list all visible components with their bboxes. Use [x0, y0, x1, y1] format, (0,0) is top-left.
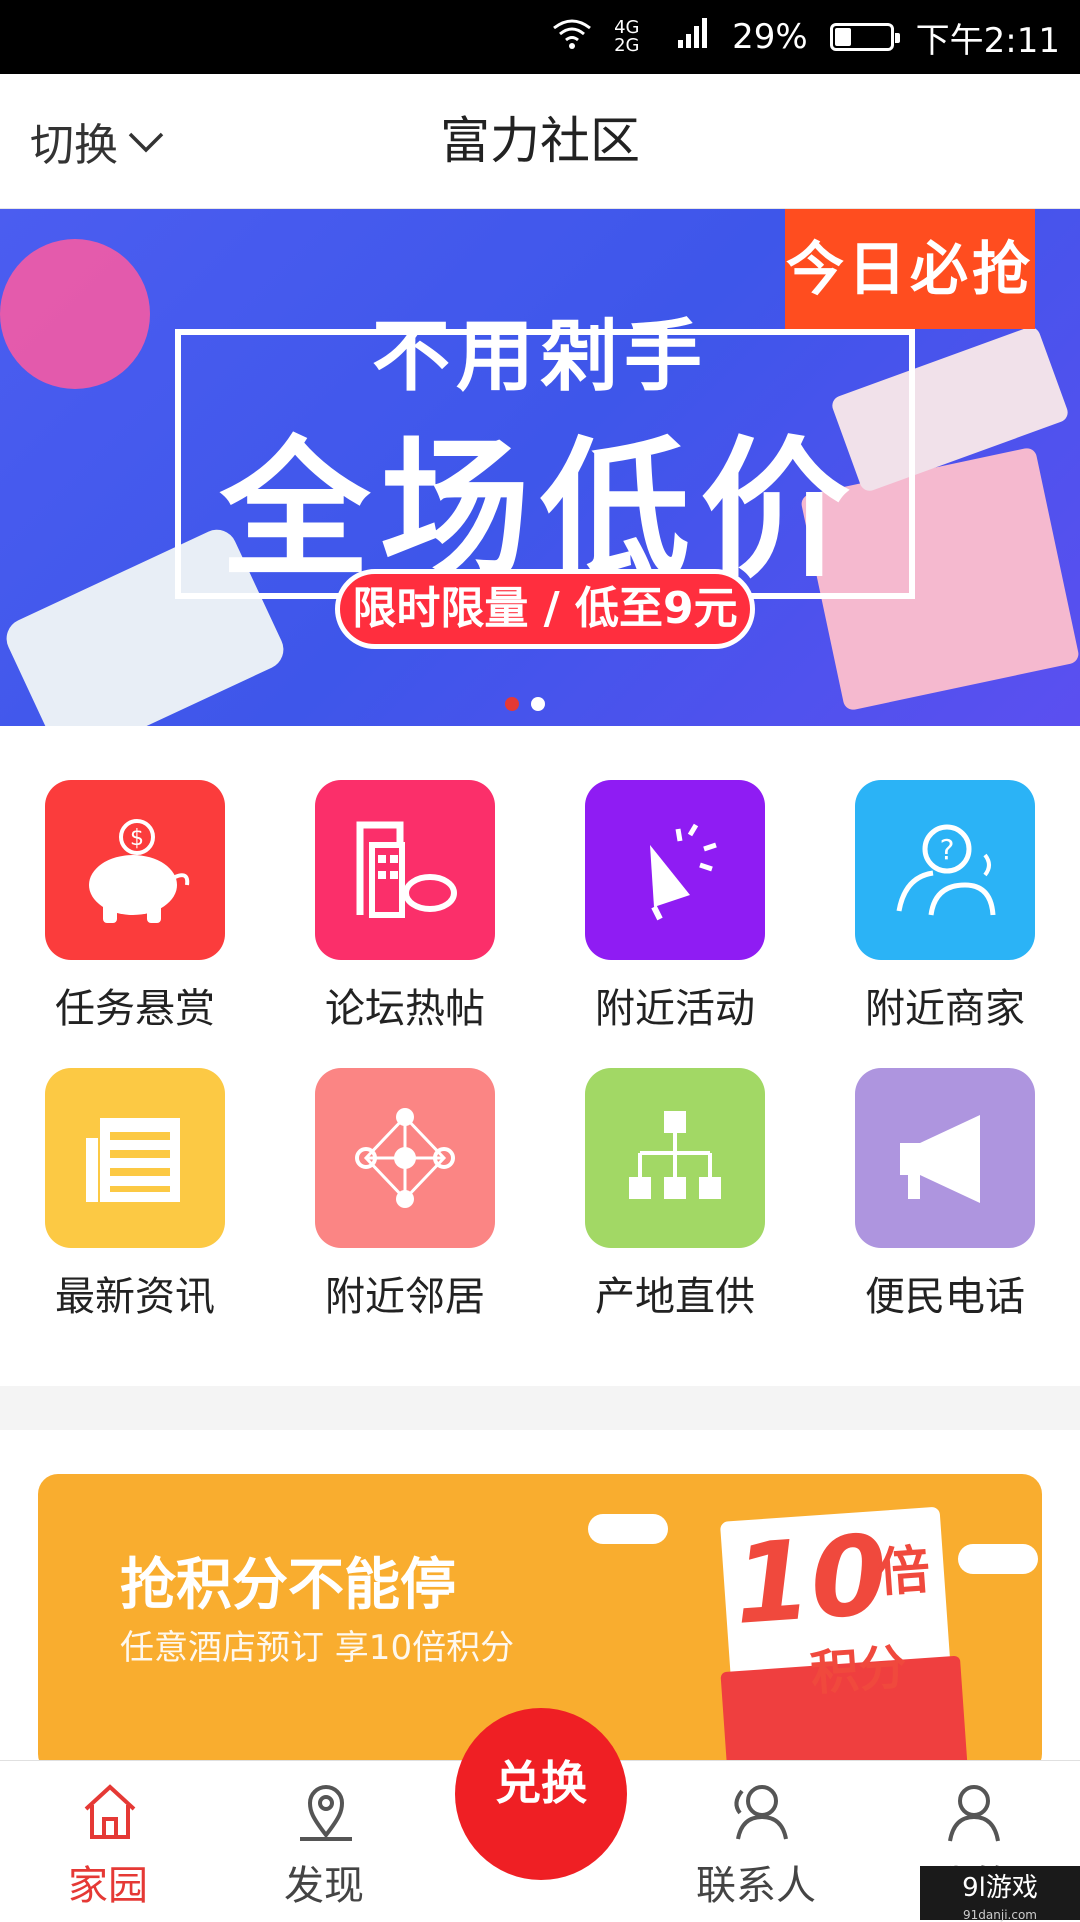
clock: 下午2:11 — [915, 20, 1060, 61]
grid-tile — [855, 1068, 1035, 1248]
megaphone-party-icon — [650, 823, 717, 921]
svg-text:$: $ — [130, 826, 144, 851]
badge-number: 10 — [729, 1510, 892, 1649]
cloud-decoration — [588, 1514, 668, 1544]
home-icon — [84, 1784, 136, 1839]
nav-item-discover[interactable]: 发现 — [234, 1761, 414, 1921]
location-pin-icon — [300, 1785, 352, 1841]
grid-label: 附近邻居 — [325, 1274, 485, 1320]
piggy-bank-icon: $ — [89, 819, 190, 923]
svg-text:?: ? — [940, 833, 955, 866]
network-type: 4G 2G — [614, 17, 640, 56]
carousel-dot[interactable] — [505, 697, 519, 711]
section-divider — [0, 1386, 1080, 1430]
carousel-indicator — [505, 697, 545, 711]
building-chat-icon — [356, 821, 457, 918]
grid-item-origin-supply[interactable]: 产地直供 — [540, 1014, 810, 1320]
grid-item-task-reward[interactable]: $ 任务悬赏 — [0, 726, 270, 1032]
promo-heading: 抢积分不能停 — [120, 1553, 456, 1618]
loudspeaker-icon — [900, 1115, 980, 1203]
battery-icon — [829, 23, 900, 51]
battery-fill — [834, 28, 851, 46]
badge-unit: 倍 — [875, 1540, 932, 1604]
grid-tile — [45, 1068, 225, 1248]
wifi-icon — [552, 16, 592, 59]
grid-tile — [315, 1068, 495, 1248]
app-header: 切换 富力社区 — [0, 74, 1080, 209]
battery-percent: 29% — [732, 17, 808, 57]
cloud-decoration — [958, 1544, 1038, 1574]
grid-item-forum-hot[interactable]: 论坛热帖 — [270, 726, 540, 1032]
nav-label: 家园 — [68, 1863, 148, 1909]
status-bar: 4G 2G 29% 下午2:11 — [0, 0, 1080, 74]
grid-tile — [315, 780, 495, 960]
grid-item-nearby-activity[interactable]: 附近活动 — [540, 726, 810, 1032]
grid-label: 最新资讯 — [55, 1274, 215, 1320]
grid-item-latest-news[interactable]: 最新资讯 — [0, 1014, 270, 1320]
grid-item-convenience-phone[interactable]: 便民电话 — [810, 1014, 1080, 1320]
nav-item-contacts[interactable]: 联系人 — [666, 1761, 846, 1921]
grid-label: 便民电话 — [865, 1274, 1025, 1320]
promo-subheading: 任意酒店预订 享10倍积分 — [120, 1628, 515, 1668]
points-envelope-graphic: 10 倍 积分 — [719, 1506, 969, 1774]
grid-label: 产地直供 — [595, 1274, 755, 1320]
promo-banner-carousel[interactable]: 今日必抢 不用剁手 全场低价 限时限量 / 低至9元 — [0, 209, 1080, 726]
status-icons: 4G 2G 29% 下午2:11 — [552, 0, 1060, 74]
person-icon — [948, 1785, 1000, 1842]
feature-grid: $ 任务悬赏 论坛热帖 附近活动 ? 附近商家 最新资讯 附近邻居 产地直供 便… — [0, 726, 1080, 1386]
badge-label: 积分 — [808, 1639, 909, 1702]
network-icon — [355, 1108, 455, 1208]
newspaper-icon — [86, 1118, 180, 1202]
banner-pill: 限时限量 / 低至9元 — [335, 569, 755, 649]
grid-tile — [585, 1068, 765, 1248]
nav-label: 发现 — [284, 1863, 364, 1909]
watermark-text: 9l游戏 — [962, 1873, 1038, 1903]
signal-icon — [676, 16, 710, 59]
grid-item-nearby-neighbors[interactable]: 附近邻居 — [270, 1014, 540, 1320]
grid-tile: $ — [45, 780, 225, 960]
grid-tile: ? — [855, 780, 1035, 960]
exchange-button[interactable]: 兑换 — [455, 1708, 627, 1880]
contacts-icon — [734, 1785, 788, 1840]
watermark-logo: 9l游戏 91danji.com — [920, 1866, 1080, 1922]
people-question-icon: ? — [896, 824, 996, 916]
page-title: 富力社区 — [440, 112, 640, 170]
nav-label: 联系人 — [696, 1863, 816, 1909]
grid-item-nearby-merchants[interactable]: ? 附近商家 — [810, 726, 1080, 1032]
hierarchy-icon — [629, 1111, 721, 1199]
grid-tile — [585, 780, 765, 960]
nav-item-home[interactable]: 家园 — [18, 1761, 198, 1921]
carousel-dot[interactable] — [531, 697, 545, 711]
